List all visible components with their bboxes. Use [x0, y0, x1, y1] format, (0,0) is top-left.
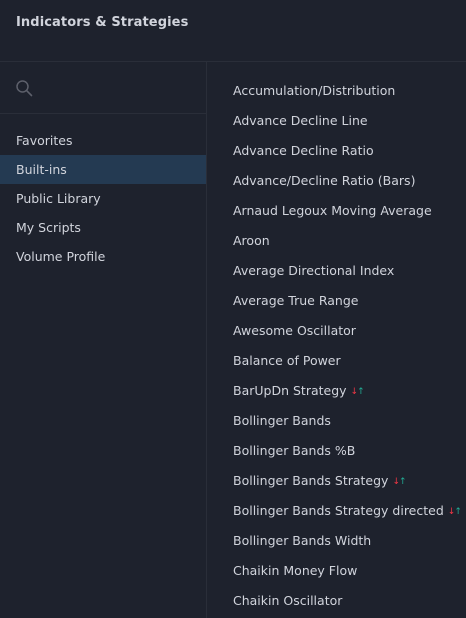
- list-item[interactable]: Chaikin Oscillator: [208, 586, 466, 616]
- list-item-label: Accumulation/Distribution: [233, 83, 396, 98]
- list-item-label: Bollinger Bands Strategy directed: [233, 503, 444, 518]
- search-input[interactable]: [42, 76, 192, 98]
- list-item-label: Advance/Decline Ratio (Bars): [233, 173, 416, 188]
- list-item-label: Chaikin Money Flow: [233, 563, 358, 578]
- list-item[interactable]: Advance Decline Line: [208, 106, 466, 136]
- list-item-label: Balance of Power: [233, 353, 341, 368]
- strategy-arrows-icon: ↓↑: [350, 387, 365, 397]
- list-item-label: Average True Range: [233, 293, 359, 308]
- sidebar-item-built-ins[interactable]: Built-ins: [0, 155, 206, 184]
- list-item[interactable]: Bollinger Bands Strategy directed ↓↑: [208, 496, 466, 526]
- indicators-dialog: Indicators & Strategies Favorites Built-…: [0, 0, 466, 618]
- category-nav: Favorites Built-ins Public Library My Sc…: [0, 126, 206, 271]
- search-box[interactable]: [0, 62, 206, 114]
- list-item[interactable]: Bollinger Bands: [208, 406, 466, 436]
- list-item-label: BarUpDn Strategy: [233, 383, 347, 398]
- list-item-label: Bollinger Bands Strategy: [233, 473, 389, 488]
- list-item[interactable]: Advance/Decline Ratio (Bars): [208, 166, 466, 196]
- list-item[interactable]: Accumulation/Distribution: [208, 76, 466, 106]
- list-item-label: Chaikin Oscillator: [233, 593, 343, 608]
- list-item-label: Average Directional Index: [233, 263, 395, 278]
- list-item[interactable]: Advance Decline Ratio: [208, 136, 466, 166]
- list-item-label: Aroon: [233, 233, 270, 248]
- category-sidebar: Favorites Built-ins Public Library My Sc…: [0, 62, 207, 618]
- list-item-label: Awesome Oscillator: [233, 323, 356, 338]
- list-item[interactable]: Average Directional Index: [208, 256, 466, 286]
- indicator-list[interactable]: Accumulation/Distribution Advance Decline…: [208, 62, 466, 618]
- strategy-arrows-icon: ↓↑: [447, 507, 462, 517]
- list-item[interactable]: Arnaud Legoux Moving Average: [208, 196, 466, 226]
- list-item[interactable]: Average True Range: [208, 286, 466, 316]
- sidebar-item-favorites[interactable]: Favorites: [0, 126, 206, 155]
- list-item-label: Bollinger Bands Width: [233, 533, 372, 548]
- list-item-label: Arnaud Legoux Moving Average: [233, 203, 432, 218]
- list-item[interactable]: Chaikin Money Flow: [208, 556, 466, 586]
- sidebar-item-my-scripts[interactable]: My Scripts: [0, 213, 206, 242]
- list-item-label: Advance Decline Ratio: [233, 143, 374, 158]
- list-item-label: Bollinger Bands %B: [233, 443, 356, 458]
- list-item[interactable]: Awesome Oscillator: [208, 316, 466, 346]
- list-item[interactable]: BarUpDn Strategy ↓↑: [208, 376, 466, 406]
- list-item-label: Bollinger Bands: [233, 413, 331, 428]
- sidebar-item-volume-profile[interactable]: Volume Profile: [0, 242, 206, 271]
- dialog-header: Indicators & Strategies: [0, 0, 466, 62]
- sidebar-item-public-library[interactable]: Public Library: [0, 184, 206, 213]
- strategy-arrows-icon: ↓↑: [392, 477, 406, 487]
- list-item[interactable]: Bollinger Bands Strategy ↓↑: [208, 466, 466, 496]
- indicator-list-items: Accumulation/Distribution Advance Decline…: [208, 76, 466, 616]
- dialog-title: Indicators & Strategies: [16, 15, 189, 30]
- list-item-label: Advance Decline Line: [233, 113, 368, 128]
- list-item[interactable]: Aroon: [208, 226, 466, 256]
- search-icon: [16, 80, 33, 97]
- list-item[interactable]: Balance of Power: [208, 346, 466, 376]
- list-item[interactable]: Bollinger Bands %B: [208, 436, 466, 466]
- list-item[interactable]: Bollinger Bands Width: [208, 526, 466, 556]
